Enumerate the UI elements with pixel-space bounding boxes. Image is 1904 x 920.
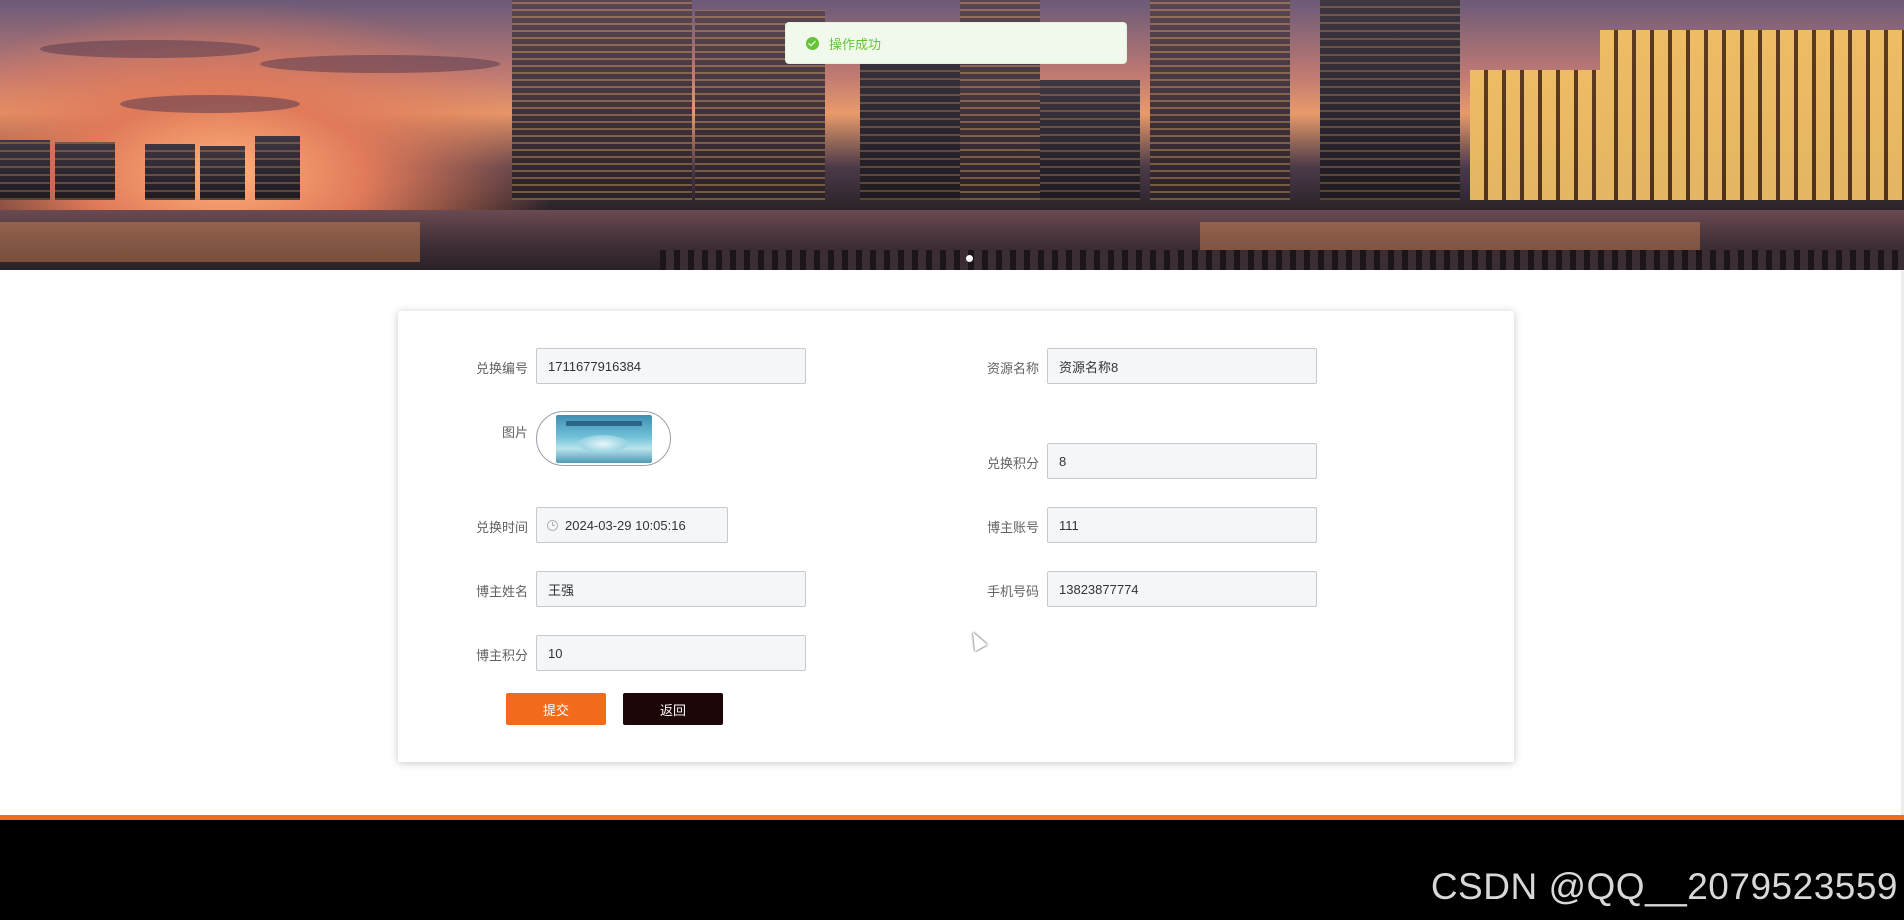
blogger-account-label: 博主账号 xyxy=(986,520,1039,535)
exchange-time-picker[interactable]: 2024-03-29 10:05:16 xyxy=(536,507,728,543)
blogger-points-label: 博主积分 xyxy=(475,648,528,663)
building xyxy=(512,0,692,200)
success-check-icon xyxy=(806,36,819,50)
back-button[interactable]: 返回 xyxy=(623,693,723,725)
blogger-points-input[interactable]: 10 xyxy=(536,635,806,671)
phone-label: 手机号码 xyxy=(986,584,1039,599)
resource-name-input[interactable]: 资源名称8 xyxy=(1047,348,1317,384)
carousel-indicator-dot[interactable] xyxy=(966,255,973,262)
submit-button[interactable]: 提交 xyxy=(506,693,606,725)
exchange-points-input[interactable]: 8 xyxy=(1047,443,1317,479)
building xyxy=(145,144,195,200)
building xyxy=(55,142,115,200)
building xyxy=(0,140,50,200)
cloud xyxy=(40,40,260,58)
blogger-account-input[interactable]: 111 xyxy=(1047,507,1317,543)
exchange-no-input[interactable]: 1711677916384 xyxy=(536,348,806,384)
building xyxy=(1150,0,1290,200)
blogger-name-label: 博主姓名 xyxy=(475,584,528,599)
success-toast: 操作成功 xyxy=(785,22,1127,64)
cloud xyxy=(120,95,300,113)
blogger-name-input[interactable]: 王强 xyxy=(536,571,806,607)
phone-input[interactable]: 13823877774 xyxy=(1047,571,1317,607)
water-reflection xyxy=(0,222,420,262)
image-label: 图片 xyxy=(501,425,528,440)
resource-image-thumbnail[interactable] xyxy=(536,411,671,466)
exchange-points-label: 兑换积分 xyxy=(986,456,1039,471)
toast-message: 操作成功 xyxy=(829,36,882,52)
exchange-time-label: 兑换时间 xyxy=(475,520,528,535)
cloud xyxy=(260,55,500,73)
clock-icon xyxy=(547,520,558,531)
building xyxy=(1600,30,1904,200)
exchange-time-value: 2024-03-29 10:05:16 xyxy=(565,517,686,533)
exchange-no-label: 兑换编号 xyxy=(475,361,528,376)
building xyxy=(255,136,300,200)
railing xyxy=(660,250,1904,270)
building xyxy=(200,146,245,200)
building xyxy=(1320,0,1460,200)
book-cover-image xyxy=(555,414,652,463)
building xyxy=(1040,80,1140,200)
resource-name-label: 资源名称 xyxy=(986,361,1039,376)
watermark: CSDN @QQ__2079523559 xyxy=(1430,866,1898,907)
